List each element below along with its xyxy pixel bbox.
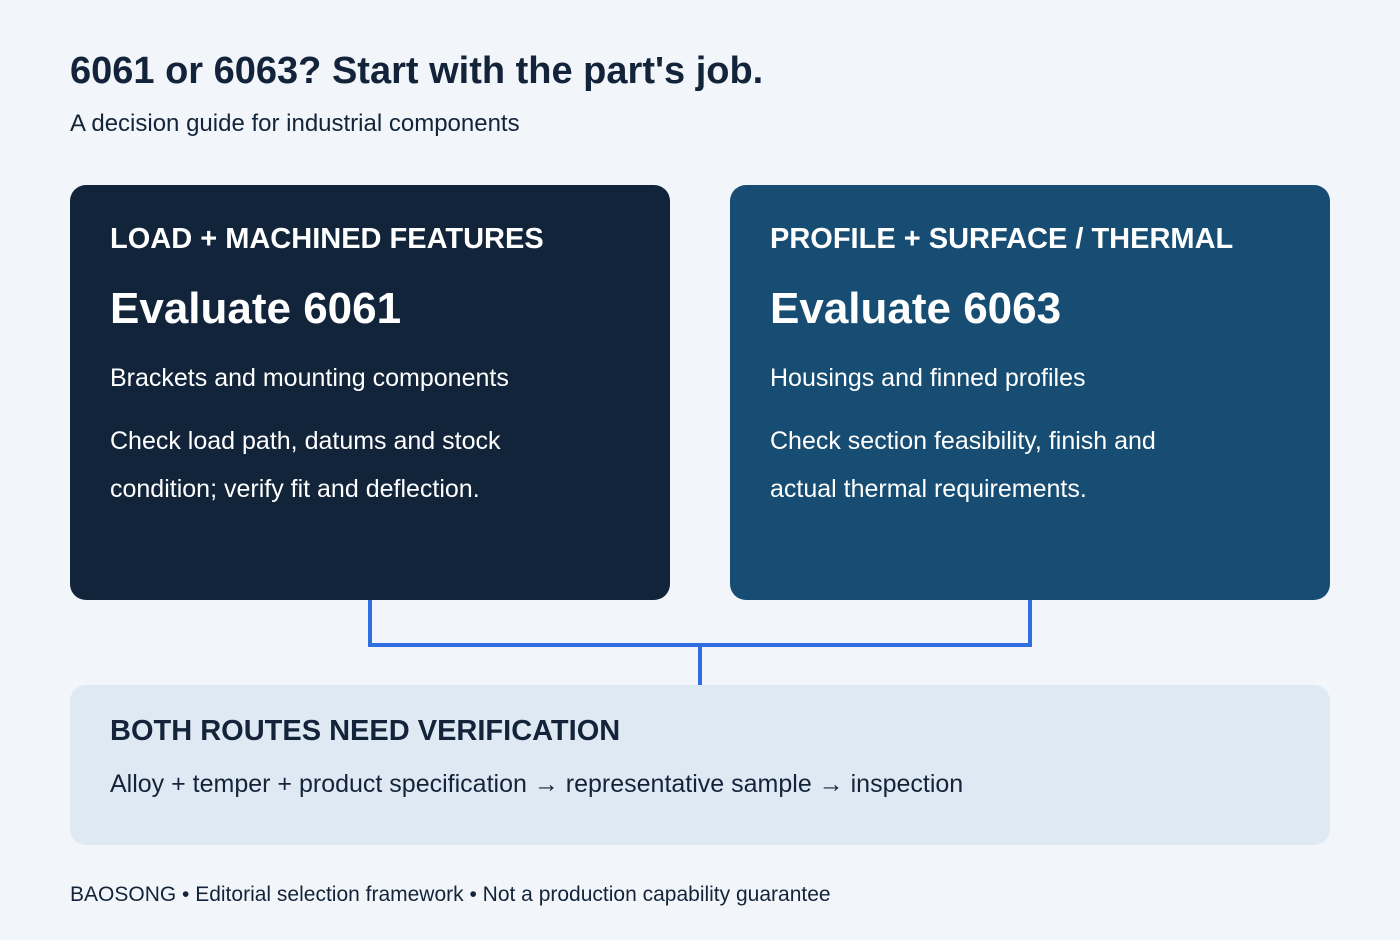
verification-title: BOTH ROUTES NEED VERIFICATION (110, 715, 621, 747)
verification-steps: Alloy + temper + product specification →… (110, 770, 964, 798)
footer-note: BAOSONG • Editorial selection framework … (70, 883, 831, 906)
connector-lines (368, 600, 1032, 685)
connector-branch (368, 600, 1032, 647)
verification-panel: BOTH ROUTES NEED VERIFICATION Alloy + te… (70, 685, 1330, 845)
